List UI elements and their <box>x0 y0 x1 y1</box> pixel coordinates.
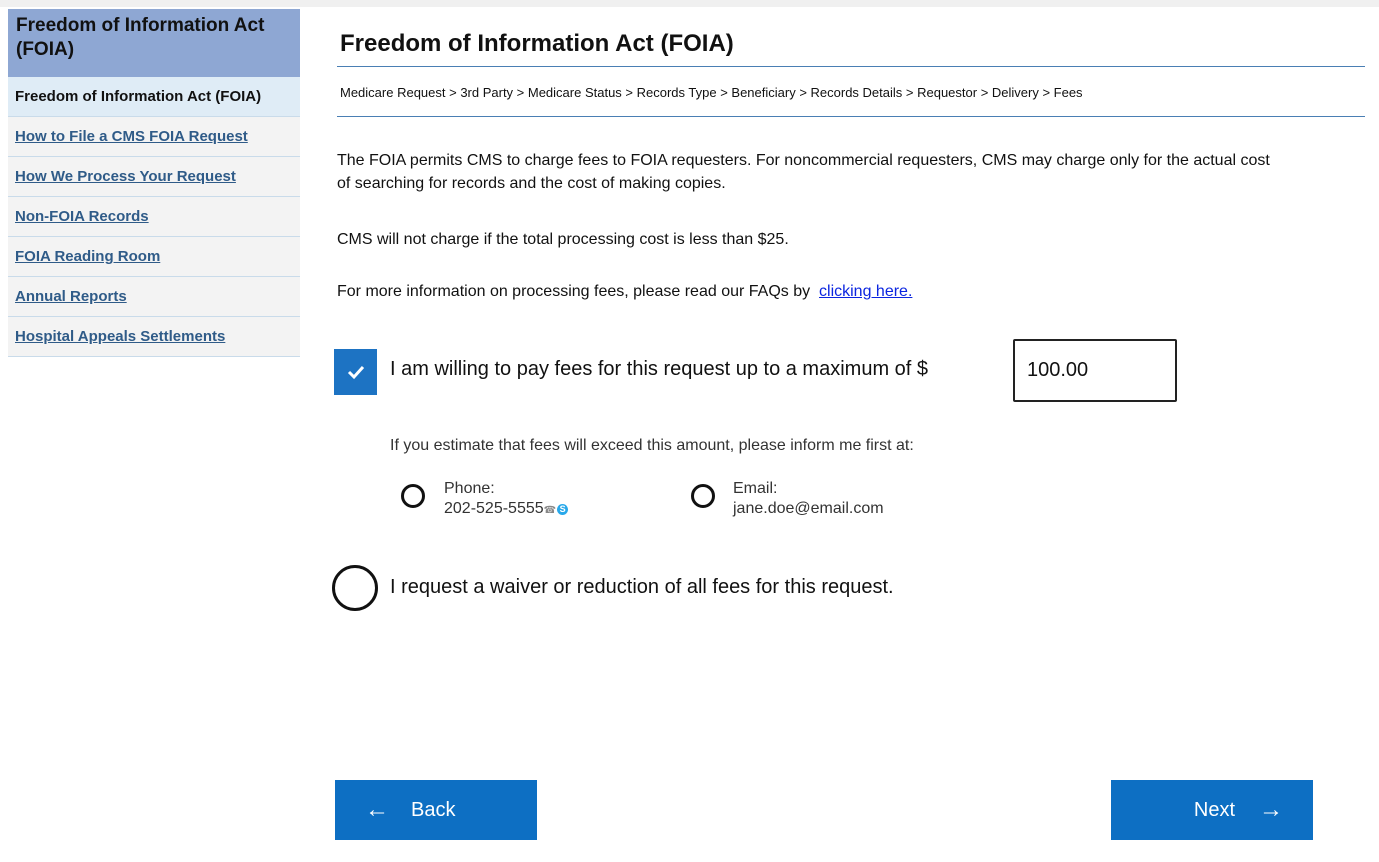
arrow-left-icon: ← <box>365 796 389 823</box>
sidebar-item-foia[interactable]: Freedom of Information Act (FOIA) <box>8 77 300 117</box>
fee-waiver-label: I request a waiver or reduction of all f… <box>390 576 894 598</box>
title-divider <box>337 66 1365 67</box>
next-button[interactable]: Next → <box>1111 780 1313 840</box>
sidebar-item-non-foia-records[interactable]: Non-FOIA Records <box>8 197 300 237</box>
arrow-right-icon: → <box>1259 796 1283 823</box>
email-value: jane.doe@email.com <box>733 500 884 517</box>
fees-intro-text: The FOIA permits CMS to charge fees to F… <box>337 152 1270 192</box>
phone-label: Phone: <box>444 480 495 497</box>
fee-agree-label: I am willing to pay fees for this reques… <box>390 358 929 380</box>
faq-link[interactable]: clicking here. <box>819 283 912 300</box>
page-title: Freedom of Information Act (FOIA) <box>340 30 734 57</box>
phone-option: Phone: 202-525-5555☎ S <box>444 479 569 521</box>
sidebar-nav: Freedom of Information Act (FOIA) Freedo… <box>8 9 300 357</box>
phone-icon: ☎ <box>543 505 557 516</box>
sidebar-item-how-we-process[interactable]: How We Process Your Request <box>8 157 300 197</box>
sidebar-item-hospital-appeals[interactable]: Hospital Appeals Settlements <box>8 317 300 357</box>
sidebar-item-reading-room[interactable]: FOIA Reading Room <box>8 237 300 277</box>
sidebar-item-annual-reports[interactable]: Annual Reports <box>8 277 300 317</box>
max-fee-input[interactable] <box>1013 339 1177 402</box>
back-button-label: Back <box>411 798 456 821</box>
breadcrumb: Medicare Request > 3rd Party > Medicare … <box>340 85 1083 100</box>
next-button-label: Next <box>1193 798 1235 821</box>
fees-faq-text: For more information on processing fees,… <box>337 280 1287 303</box>
fee-agree-checkbox[interactable] <box>334 349 377 395</box>
fee-waiver-radio[interactable] <box>332 565 378 611</box>
top-strip <box>0 0 1379 7</box>
inform-text: If you estimate that fees will exceed th… <box>390 437 914 454</box>
email-radio[interactable] <box>691 484 715 508</box>
phone-value-row: 202-525-5555☎ S <box>444 499 569 521</box>
checkmark-icon <box>347 365 364 380</box>
fees-minimum-text: CMS will not charge if the total process… <box>337 231 789 248</box>
phone-radio[interactable] <box>401 484 425 508</box>
email-label: Email: <box>733 480 778 497</box>
breadcrumb-divider <box>337 116 1365 117</box>
sidebar-header: Freedom of Information Act (FOIA) <box>8 9 300 77</box>
back-button[interactable]: ← Back <box>335 780 537 840</box>
email-option: Email: jane.doe@email.com <box>733 479 884 519</box>
phone-value: 202-525-5555 <box>444 500 544 517</box>
sidebar-item-how-to-file[interactable]: How to File a CMS FOIA Request <box>8 117 300 157</box>
fees-faq-prefix: For more information on processing fees,… <box>337 283 811 300</box>
skype-icon[interactable]: S <box>557 504 569 515</box>
